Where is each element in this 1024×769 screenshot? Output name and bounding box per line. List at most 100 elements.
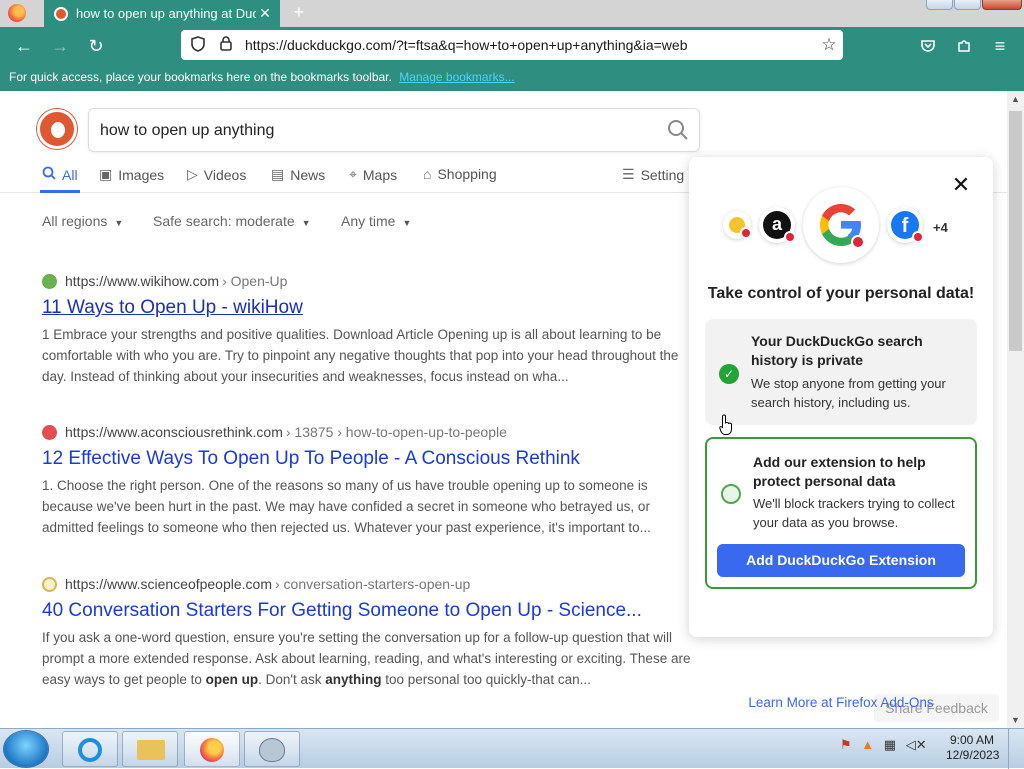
filter-label: Safe search: moderate: [153, 213, 295, 229]
tab-videos[interactable]: ▷ Videos: [187, 166, 246, 183]
reload-icon[interactable]: ↻: [83, 33, 109, 59]
taskbar-internet-explorer[interactable]: [62, 731, 118, 767]
warning-icon[interactable]: ▲: [861, 737, 874, 752]
result-title-link[interactable]: 11 Ways to Open Up - wikiHow: [42, 297, 692, 319]
flag-icon[interactable]: ⚑: [840, 737, 852, 752]
empty-circle-icon: [721, 484, 741, 504]
filter-label: Any time: [341, 213, 396, 229]
tab-label: All: [62, 166, 78, 183]
taskbar-paint[interactable]: [244, 731, 300, 767]
tab-label: Videos: [203, 166, 247, 183]
lock-icon[interactable]: [215, 36, 237, 54]
result-url[interactable]: https://www.aconsciousrethink.com › 1387…: [42, 424, 692, 440]
search-icon: [42, 166, 56, 183]
duckduckgo-favicon-icon: [54, 6, 68, 21]
taskbar-file-explorer[interactable]: [122, 731, 178, 767]
facebook-logo-icon: f: [887, 207, 924, 243]
windows-taskbar: ⚑ ▲ ▦ ◁✕ 9:00 AM 12/9/2023: [0, 728, 1024, 769]
tab-all[interactable]: All: [42, 166, 78, 183]
volume-muted-icon[interactable]: ◁✕: [906, 737, 927, 752]
shield-icon[interactable]: [187, 35, 209, 55]
active-tab[interactable]: how to open up anything at DuckDuckGo ✕: [44, 0, 280, 27]
more-trackers-count: +4: [933, 220, 948, 235]
scroll-thumb[interactable]: [1009, 111, 1022, 351]
duckduckgo-logo[interactable]: [37, 109, 77, 149]
add-extension-button[interactable]: Add DuckDuckGo Extension: [717, 544, 965, 577]
maximize-button[interactable]: [954, 0, 981, 10]
chevron-down-icon: ▼: [301, 218, 311, 228]
address-bar[interactable]: https://duckduckgo.com/?t=ftsa&q=how+to+…: [181, 30, 843, 60]
bookmarks-toolbar: For quick access, place your bookmarks h…: [0, 64, 1024, 91]
tab-settings[interactable]: ☰ Setting: [622, 166, 684, 183]
result-snippet: 1 Embrace your strengths and positive qu…: [42, 327, 679, 384]
region-filter[interactable]: All regions ▼: [42, 213, 123, 229]
sliders-icon: ☰: [622, 166, 635, 182]
tab-images[interactable]: ▣ Images: [99, 166, 164, 183]
tab-news[interactable]: ▤ News: [271, 166, 325, 183]
lightbulb-favicon-icon: [42, 576, 57, 592]
result-domain: https://www.scienceofpeople.com: [65, 576, 272, 592]
tab-close-icon[interactable]: ✕: [256, 5, 274, 22]
learn-more-link[interactable]: Learn More at Firefox Add-Ons: [689, 695, 993, 710]
snippet-text: . Don't ask: [258, 672, 326, 687]
firefox-icon: [200, 738, 224, 762]
google-logo-icon: [803, 187, 879, 263]
blocked-badge-icon: [851, 235, 865, 249]
new-tab-button[interactable]: +: [288, 1, 310, 25]
add-extension-card: Add our extension to help protect person…: [705, 437, 977, 589]
safe-search-filter[interactable]: Safe search: moderate ▼: [153, 213, 311, 229]
tab-label: Maps: [362, 166, 398, 183]
forward-icon[interactable]: →: [47, 33, 73, 59]
result-title-link[interactable]: 12 Effective Ways To Open Up To People -…: [42, 448, 692, 470]
close-icon[interactable]: ✕: [951, 174, 971, 196]
time-filter[interactable]: Any time ▼: [341, 213, 411, 229]
back-icon[interactable]: ←: [11, 33, 37, 59]
popover-heading: Take control of your personal data!: [707, 285, 975, 302]
shopping-bag-icon: ⌂: [423, 166, 432, 182]
show-desktop-button[interactable]: [1008, 729, 1024, 769]
clock-date: 12/9/2023: [946, 748, 1000, 762]
tab-maps[interactable]: ⌖ Maps: [349, 166, 397, 183]
extensions-icon[interactable]: [951, 33, 977, 59]
tab-label: Images: [118, 166, 165, 183]
result-domain: https://www.wikihow.com: [65, 273, 220, 289]
page-scrollbar[interactable]: ▲ ▼: [1007, 91, 1024, 728]
scroll-down-icon[interactable]: ▼: [1007, 712, 1024, 728]
result-domain: https://www.aconsciousrethink.com: [65, 424, 283, 440]
hamburger-menu-icon[interactable]: ≡: [987, 33, 1013, 59]
card-body: We'll block trackers trying to collect y…: [753, 496, 955, 530]
chevron-down-icon: ▼: [402, 218, 412, 228]
scroll-up-icon[interactable]: ▲: [1007, 91, 1024, 107]
result-path: › Open-Up: [222, 273, 288, 289]
tab-label: Shopping: [437, 166, 497, 182]
newspaper-icon: ▤: [271, 166, 285, 182]
result-url[interactable]: https://www.scienceofpeople.com › conver…: [42, 576, 692, 592]
taskbar-clock[interactable]: 9:00 AM 12/9/2023: [946, 733, 1000, 763]
active-tab-indicator: [40, 190, 80, 193]
url-text[interactable]: https://duckduckgo.com/?t=ftsa&q=how+to+…: [245, 37, 815, 53]
result-snippet: If you ask a one-word question, ensure y…: [42, 627, 692, 690]
result-title-link[interactable]: 40 Conversation Starters For Getting Som…: [42, 600, 692, 622]
bookmark-star-icon[interactable]: ☆: [815, 35, 843, 55]
minimize-button[interactable]: [926, 0, 953, 10]
tab-shopping[interactable]: ⌂ Shopping: [423, 166, 497, 182]
extension-promo-popover: ✕ a f +4 Take control of your personal d…: [689, 157, 993, 710]
snippet-highlight: open up: [205, 672, 259, 687]
firefox-icon[interactable]: [8, 4, 26, 22]
search-result: https://www.scienceofpeople.com › conver…: [42, 576, 692, 690]
network-icon[interactable]: ▦: [884, 737, 896, 752]
play-icon: ▷: [187, 166, 198, 182]
taskbar-firefox[interactable]: [184, 731, 240, 767]
search-query[interactable]: how to open up anything: [100, 122, 274, 140]
chevron-down-icon: ▼: [114, 218, 124, 228]
window-close-button[interactable]: [982, 0, 1022, 10]
snippet-text: too personal too quickly-that can...: [381, 672, 591, 687]
result-snippet: 1. Choose the right person. One of the r…: [42, 478, 651, 535]
search-icon[interactable]: [667, 119, 689, 141]
manage-bookmarks-link[interactable]: Manage bookmarks...: [399, 70, 514, 84]
tracker-logo-icon: [723, 211, 752, 239]
start-button[interactable]: [4, 731, 48, 767]
result-url[interactable]: https://www.wikihow.com › Open-Up: [42, 273, 692, 289]
search-input[interactable]: how to open up anything: [88, 108, 700, 152]
pocket-icon[interactable]: [915, 33, 941, 59]
